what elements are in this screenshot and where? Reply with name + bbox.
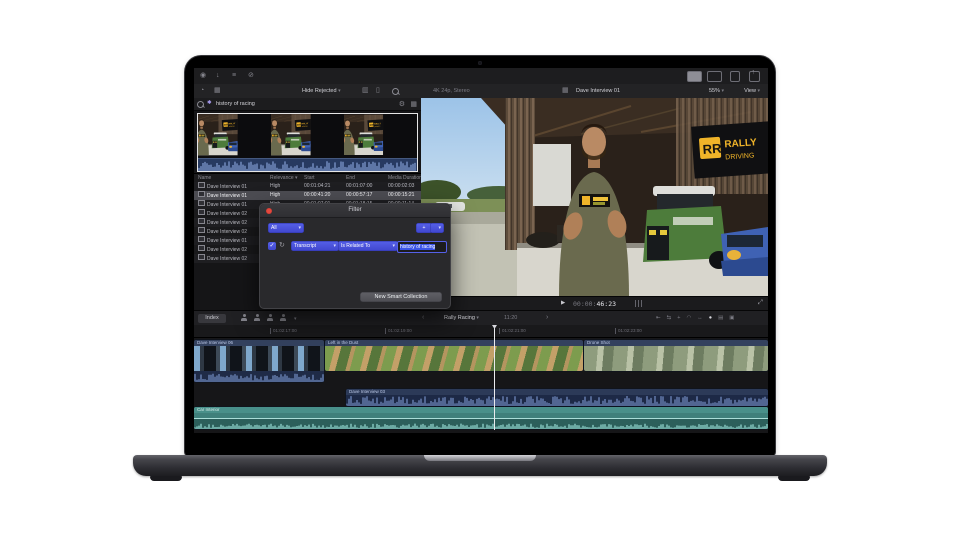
import-icon[interactable]: ↓: [216, 68, 220, 84]
clip-audio-waveform: [346, 395, 768, 406]
table-row[interactable]: Dave Interview 01 High 00:01:04:21 00:01…: [194, 182, 421, 191]
clip-thumbnails: [584, 346, 768, 371]
viewer-clip-title: Dave Interview 01: [576, 88, 620, 94]
index-button[interactable]: Index: [198, 314, 226, 323]
chevron-down-icon[interactable]: ▾: [294, 316, 297, 322]
playhead[interactable]: [494, 325, 495, 430]
audio-meters[interactable]: [633, 300, 642, 307]
viewer-pane: ◔ ▾ ▶ 00:00:46:23 ⤢: [421, 98, 768, 310]
snap-icon[interactable]: ●: [709, 315, 718, 321]
hand-icon[interactable]: ↔: [697, 315, 709, 321]
viewer-format-info: 4K 24p, Stereo: [433, 88, 470, 94]
filter-dialog-titlebar[interactable]: Filter: [260, 204, 450, 218]
timeline-ruler[interactable]: 01:02:17:00 01:02:19:00 01:02:21:00 01:0…: [194, 325, 768, 338]
lid-notch: [424, 455, 536, 461]
gear-icon[interactable]: ⚙: [399, 97, 405, 113]
project-duration: 11:20: [504, 315, 517, 321]
macbook-base: [133, 455, 827, 476]
filmstrip-audio-waveform: [198, 158, 417, 171]
skim-icon[interactable]: ⇆: [667, 315, 678, 321]
browser-search-field[interactable]: ✱ history of racing ⚙ ▦: [194, 98, 421, 111]
filmstrip-frame: [344, 114, 416, 157]
background-tasks-icon[interactable]: ⊘: [248, 68, 254, 84]
clip-filmstrip-icon[interactable]: ▦: [214, 83, 221, 99]
loop-icon[interactable]: ↻: [279, 241, 285, 249]
video-clip-dave-interview-06[interactable]: Dave Interview 06: [194, 340, 324, 382]
rubber-foot: [150, 476, 182, 481]
table-row-selected[interactable]: Dave Interview 01 High 00:00:41:20 00:00…: [194, 191, 421, 200]
sidebar-icon[interactable]: ◉: [200, 68, 206, 84]
role-icon[interactable]: [240, 314, 248, 322]
smart-collection-icon: ✱: [207, 100, 212, 106]
people-detect-icon[interactable]: ▯: [376, 83, 380, 99]
prev-project-icon[interactable]: ‹: [422, 314, 424, 321]
play-icon[interactable]: ▶: [561, 300, 565, 306]
clip-title: Car Interior: [194, 407, 768, 413]
clip-audio-waveform: [194, 371, 324, 382]
window-toolbar: ◉ ↓ ≡ ⊘ ↑: [194, 68, 768, 85]
range-icon[interactable]: ◠: [686, 315, 697, 321]
macbook-screen: ◉ ↓ ≡ ⊘ ↑ ◔ ▦ Hide Rejected ▾ ▥ ▯ 4K 24p…: [185, 56, 775, 456]
clip-thumbnails: [325, 346, 583, 371]
search-value: history of racing: [216, 101, 255, 107]
inspector-toggle-icon[interactable]: [726, 71, 740, 82]
viewer-transport-bar: ◔ ▾ ▶ 00:00:46:23 ⤢: [421, 296, 768, 311]
project-name-menu[interactable]: Rally Racing ▾: [444, 315, 479, 321]
match-dropdown[interactable]: All▾: [268, 223, 304, 233]
new-smart-collection-button[interactable]: New Smart Collection: [360, 292, 442, 302]
filter-duplicates-icon[interactable]: ▥: [362, 83, 369, 99]
viewer-timecode: 00:00:46:23: [573, 300, 616, 308]
viewer-view-menu[interactable]: View ▾: [744, 88, 760, 94]
filter-dialog: Filter All▾ + ▾ ✓ ↻ Transcript▾ Is Relat…: [259, 203, 451, 309]
video-clip-drone-shot[interactable]: Drone Shot: [584, 340, 768, 371]
video-frame[interactable]: [421, 98, 768, 296]
appearance-icon[interactable]: ▤: [718, 315, 729, 321]
ruler-tick: 01:02:17:00: [273, 325, 297, 337]
rule-type-dropdown[interactable]: Transcript▾: [291, 241, 339, 251]
search-icon[interactable]: [392, 88, 399, 95]
rule-condition-dropdown[interactable]: Is Related To▾: [338, 241, 398, 251]
final-cut-pro-window: ◉ ↓ ≡ ⊘ ↑ ◔ ▦ Hide Rejected ▾ ▥ ▯ 4K 24p…: [194, 68, 768, 433]
ruler-tick: 01:02:21:00: [502, 325, 526, 337]
fullscreen-icon[interactable]: ⤢: [758, 299, 763, 307]
add-rule-dropdown[interactable]: ▾: [430, 223, 444, 233]
ruler-tick: 01:02:19:00: [388, 325, 412, 337]
share-icon[interactable]: ↑: [741, 71, 760, 82]
panel-icon[interactable]: ▣: [729, 315, 740, 321]
hide-rejected-filter[interactable]: Hide Rejected ▾: [302, 88, 341, 94]
clip-audio-waveform: [194, 418, 768, 429]
trim-icon[interactable]: ⇤: [656, 315, 667, 321]
filmstrip-frame: [271, 114, 344, 157]
filmstrip-frame: [198, 114, 271, 157]
close-icon[interactable]: [266, 208, 272, 214]
clip-appearance-icon[interactable]: ◔: [200, 83, 204, 99]
rule-text-input[interactable]: history of racing: [397, 241, 447, 253]
role-icon[interactable]: [279, 314, 287, 322]
webcam-dot: [478, 61, 482, 65]
role-icons[interactable]: [240, 314, 292, 324]
clip-thumbnails: [194, 346, 324, 371]
search-icon: [197, 101, 204, 108]
keyword-editor-icon[interactable]: ≡: [232, 68, 236, 84]
rubber-foot: [778, 476, 810, 481]
timeline-pane: Index ▾ ‹ Rally Racing ▾ 11:20 › ⇤⇆+◠↔●▤…: [194, 310, 768, 433]
macbook-laptop: ◉ ↓ ≡ ⊘ ↑ ◔ ▦ Hide Rejected ▾ ▥ ▯ 4K 24p…: [0, 0, 960, 540]
timeline-tools[interactable]: ⇤⇆+◠↔●▤▣: [656, 315, 740, 321]
ruler-tick: 01:02:23:00: [618, 325, 642, 337]
audio-clip-car-interior[interactable]: Car Interior: [194, 407, 768, 429]
rule-checkbox[interactable]: ✓: [268, 242, 276, 250]
view-toggle-icon[interactable]: ▦: [410, 97, 417, 113]
timeline-toggle-icon[interactable]: [703, 71, 722, 82]
browser-toggle-icon[interactable]: [683, 71, 702, 82]
next-project-icon[interactable]: ›: [546, 314, 548, 321]
selected-clip-filmstrip[interactable]: [197, 113, 418, 172]
viewer-zoom-menu[interactable]: 55% ▾: [709, 88, 724, 94]
clip-menu-icon[interactable]: ▦: [562, 83, 569, 99]
role-icon[interactable]: [253, 314, 261, 322]
pane-toolbar: ◔ ▦ Hide Rejected ▾ ▥ ▯ 4K 24p, Stereo ▦…: [194, 84, 768, 99]
role-icon[interactable]: [266, 314, 274, 322]
audio-clip-dave-interview-03[interactable]: Dave Interview 03: [346, 389, 768, 406]
timeline-toolbar: Index ▾ ‹ Rally Racing ▾ 11:20 › ⇤⇆+◠↔●▤…: [194, 311, 768, 326]
video-clip-left-in-the-dust[interactable]: Left in the Dust: [325, 340, 583, 371]
